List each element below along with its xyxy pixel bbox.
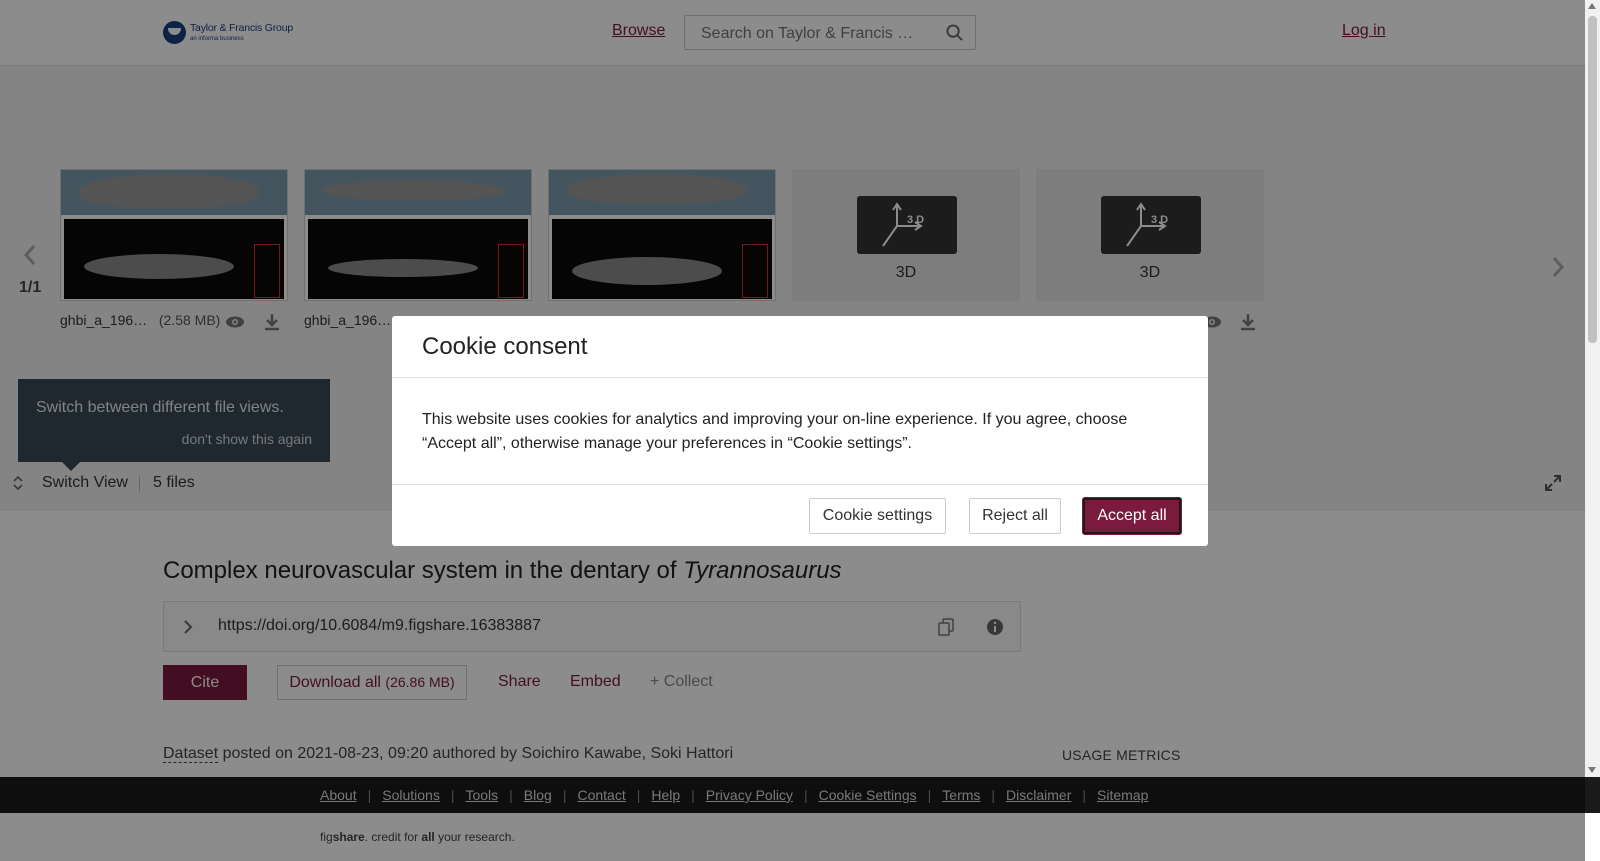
- divider: [392, 484, 1208, 485]
- scroll-down-icon[interactable]: [1588, 767, 1596, 773]
- cookie-dialog-body: This website uses cookies for analytics …: [422, 411, 1128, 452]
- cookie-settings-button[interactable]: Cookie settings: [809, 498, 946, 534]
- scroll-up-icon[interactable]: [1588, 3, 1596, 9]
- cookie-consent-dialog: Cookie consent This website uses cookies…: [392, 316, 1208, 546]
- accept-all-button[interactable]: Accept all: [1083, 498, 1181, 534]
- reject-all-button[interactable]: Reject all: [969, 498, 1061, 534]
- scroll-thumb[interactable]: [1588, 16, 1597, 343]
- page-scrollbar[interactable]: [1585, 0, 1600, 777]
- cookie-dialog-title: Cookie consent: [422, 333, 588, 360]
- divider: [392, 377, 1208, 378]
